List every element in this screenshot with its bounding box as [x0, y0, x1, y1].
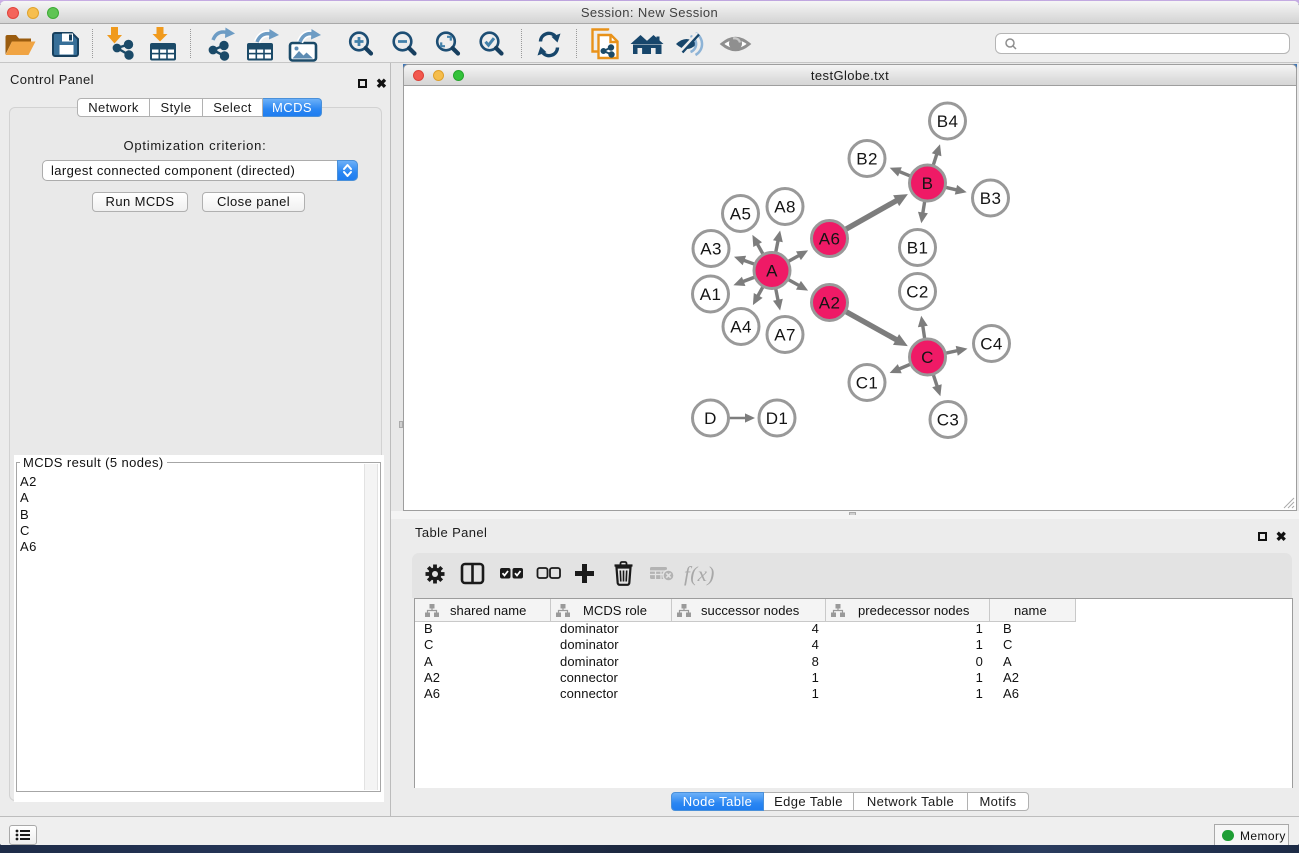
svg-text:C1: C1	[856, 374, 879, 393]
svg-text:C3: C3	[937, 411, 960, 430]
svg-text:f(x): f(x)	[684, 562, 715, 586]
svg-text:C: C	[921, 348, 934, 367]
svg-text:A4: A4	[730, 318, 752, 337]
svg-text:C2: C2	[906, 283, 929, 302]
svg-text:A: A	[766, 262, 778, 281]
svg-text:A6: A6	[819, 230, 841, 249]
svg-text:B2: B2	[856, 150, 878, 169]
svg-text:A8: A8	[774, 198, 796, 217]
svg-text:B4: B4	[937, 112, 959, 131]
svg-text:A5: A5	[730, 205, 752, 224]
svg-text:D: D	[704, 409, 717, 428]
svg-text:C4: C4	[980, 335, 1003, 354]
svg-text:A1: A1	[700, 285, 722, 304]
svg-text:B: B	[922, 174, 934, 193]
svg-text:B1: B1	[907, 239, 929, 258]
svg-text:A7: A7	[774, 326, 796, 345]
svg-text:A2: A2	[819, 294, 841, 313]
svg-text:D1: D1	[766, 409, 789, 428]
svg-text:B3: B3	[980, 189, 1002, 208]
svg-text:A3: A3	[700, 240, 722, 259]
